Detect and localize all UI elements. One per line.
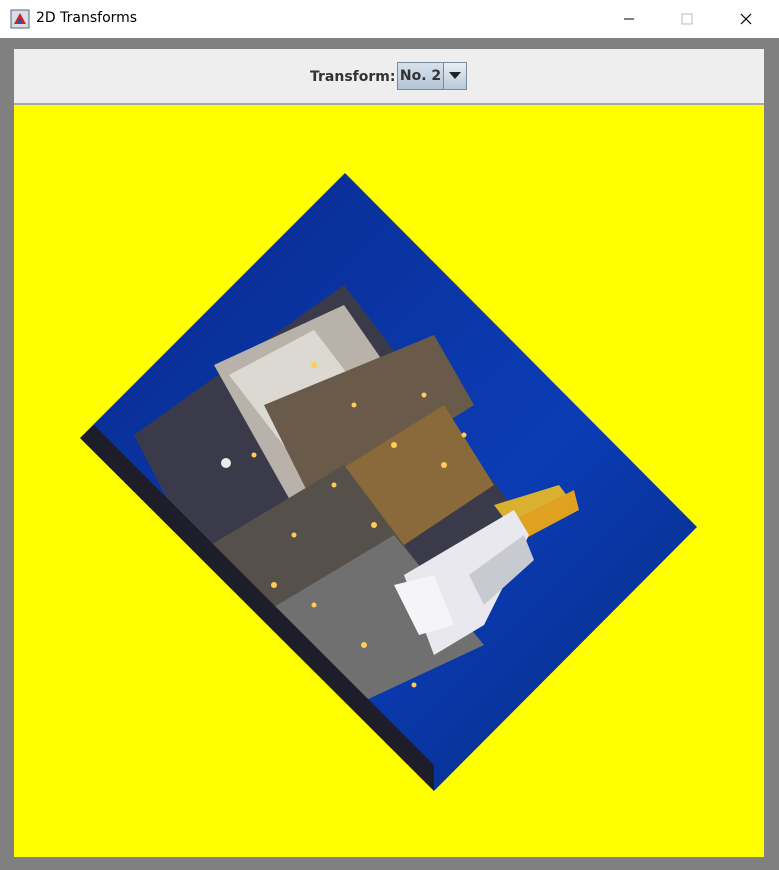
title-bar[interactable]: 2D Transforms	[0, 0, 779, 39]
transform-label: Transform:	[310, 69, 396, 85]
maximize-icon	[681, 13, 693, 25]
chevron-down-icon	[449, 72, 461, 79]
transform-selected-value: No. 2	[398, 63, 444, 89]
transform-combobox[interactable]: No. 2	[397, 62, 467, 90]
transformed-image	[80, 173, 697, 791]
content-pane: Transform: No. 2	[14, 49, 764, 857]
close-icon	[740, 13, 752, 25]
window-frame: Transform: No. 2	[0, 38, 779, 870]
drawing-canvas	[14, 105, 764, 857]
toolbar: Transform: No. 2	[14, 49, 764, 105]
minimize-icon	[624, 18, 634, 20]
maximize-button[interactable]	[658, 0, 716, 38]
close-button[interactable]	[717, 0, 775, 38]
java-app-icon	[10, 9, 30, 29]
window-title: 2D Transforms	[36, 10, 138, 26]
app-window: 2D Transforms Transform: No. 2	[0, 0, 779, 870]
minimize-button[interactable]	[600, 0, 658, 38]
dropdown-arrow-button[interactable]	[444, 63, 466, 89]
